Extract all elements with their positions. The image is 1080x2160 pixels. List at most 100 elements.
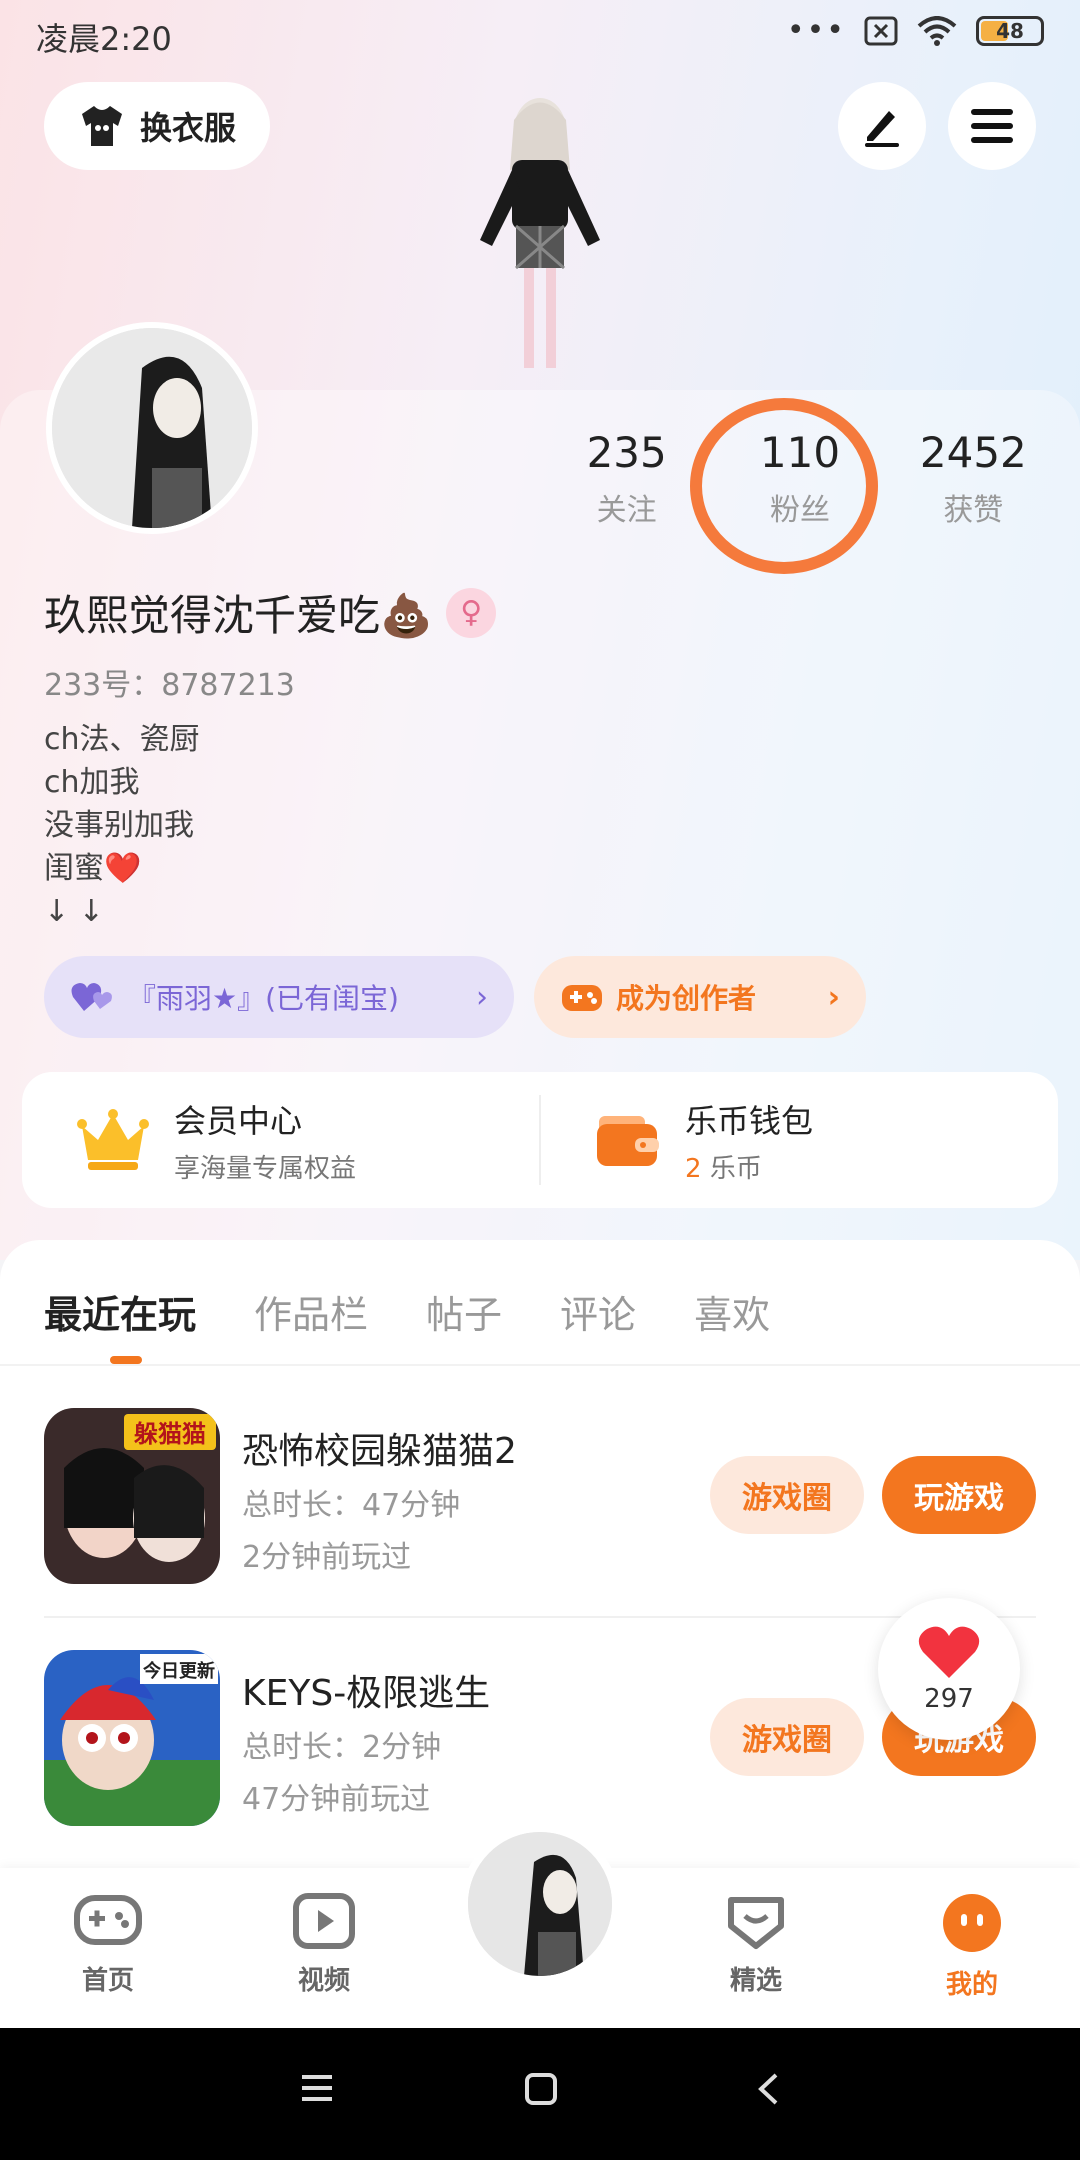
game-icon[interactable]: 躲猫猫 (44, 1408, 220, 1584)
followers-highlight-ring (690, 398, 878, 574)
avatar-image (52, 328, 252, 528)
bio-line: 没事别加我 (44, 808, 194, 843)
likes-count: 2452 (919, 428, 1027, 477)
nav-video[interactable]: 视频 (244, 1892, 404, 1997)
more-dots-icon: ••• (786, 13, 846, 48)
heart-icon (918, 1626, 980, 1678)
tab-works[interactable]: 作品栏 (254, 1284, 368, 1339)
nav-featured[interactable]: 精选 (676, 1892, 836, 1997)
menu-button[interactable] (948, 82, 1036, 170)
crown-icon (77, 1109, 149, 1170)
game-meta: 总时长：47分钟 2分钟前玩过 (242, 1480, 460, 1584)
likes-label: 获赞 (943, 493, 1004, 528)
game-meta: 总时长：2分钟 47分钟前玩过 (242, 1722, 441, 1826)
row-divider (44, 1616, 1036, 1618)
tshirt-icon (81, 106, 122, 146)
status-bar: 凌晨2:20 ••• 48 (0, 0, 1080, 70)
game-duration: 总时长：2分钟 (242, 1730, 442, 1765)
member-center-entry[interactable]: 会员中心 享海量专属权益 (22, 1072, 539, 1208)
game-circle-button[interactable]: 游戏圈 (710, 1456, 864, 1534)
nav-featured-label: 精选 (729, 1966, 782, 1996)
member-wallet-card: 会员中心 享海量专属权益 乐币钱包 2 乐币 (22, 1072, 1058, 1208)
bio-line: ↓ ↓ (44, 894, 104, 929)
game-circle-button[interactable]: 游戏圈 (710, 1698, 864, 1776)
user-id[interactable]: 233号：8787213 (44, 660, 295, 704)
following-stat[interactable]: 235 关注 (540, 428, 713, 529)
back-icon[interactable] (756, 2072, 780, 2106)
wallet-unit: 乐币 (709, 1153, 762, 1184)
double-heart-icon (71, 983, 112, 1011)
chevron-right-icon: › (827, 979, 840, 1015)
heart-chat-icon (728, 1897, 784, 1949)
game-icon-image: 躲猫猫 (44, 1408, 220, 1584)
status-icons: ••• 48 (787, 16, 1044, 46)
wallet-entry[interactable]: 乐币钱包 2 乐币 (541, 1072, 1058, 1208)
system-navigation-bar (0, 2028, 1080, 2160)
become-creator-button[interactable]: 成为创作者 › (534, 956, 866, 1038)
chevron-right-icon: › (476, 979, 488, 1015)
bestie-tag-label: 『雨羽★』(已有闺宝) (128, 982, 399, 1015)
nav-center-avatar[interactable] (460, 1824, 620, 1984)
floating-like-button[interactable]: 297 (878, 1598, 1020, 1740)
bottom-navigation: 首页 视频 精选 我的 (0, 1824, 1080, 2028)
sim-card-icon (864, 16, 898, 46)
nav-mine[interactable]: 我的 (892, 1892, 1052, 2001)
change-outfit-label: 换衣服 (139, 109, 236, 147)
game-icon-caption: 今日更新 (143, 1660, 215, 1682)
pen-icon (865, 111, 899, 147)
game-row[interactable]: 躲猫猫 恐怖校园躲猫猫2 总时长：47分钟 2分钟前玩过 游戏圈 玩游戏 (44, 1408, 1036, 1588)
bestie-tag[interactable]: 『雨羽★』(已有闺宝) › (44, 956, 514, 1038)
nav-avatar-image (468, 1832, 612, 1976)
game-title: KEYS-极限逃生 (242, 1673, 491, 1714)
hamburger-menu-icon (971, 109, 1013, 143)
battery-icon: 48 (976, 16, 1044, 46)
game-duration: 总时长：47分钟 (242, 1488, 461, 1523)
game-last-played: 47分钟前玩过 (242, 1782, 431, 1817)
nav-mine-label: 我的 (945, 1970, 998, 2000)
female-gender-icon: ♀ (446, 587, 497, 638)
active-tab-indicator (110, 1356, 142, 1364)
tab-comments[interactable]: 评论 (560, 1284, 636, 1339)
edit-profile-button[interactable] (838, 82, 926, 170)
wallet-icon (597, 1116, 659, 1166)
wifi-icon (917, 16, 957, 46)
recent-apps-icon[interactable] (300, 2072, 334, 2104)
wallet-title: 乐币钱包 (685, 1101, 814, 1140)
profile-avatar[interactable] (46, 322, 258, 534)
tab-posts[interactable]: 帖子 (426, 1284, 502, 1339)
wallet-balance: 2 乐币 (685, 1148, 813, 1185)
nickname: 玖熙觉得沈千爱吃💩 ♀ (44, 582, 497, 643)
following-count: 235 (586, 428, 667, 477)
video-play-icon (293, 1893, 355, 1949)
gamepad-icon (74, 1895, 142, 1945)
tab-recently-played[interactable]: 最近在玩 (44, 1284, 196, 1339)
avatar-character-figure (480, 98, 600, 368)
become-creator-label: 成为创作者 (616, 982, 757, 1015)
member-center-title: 会员中心 (174, 1101, 303, 1140)
gamepad-icon (562, 985, 602, 1011)
profile-tabs: 最近在玩 作品栏 帖子 评论 喜欢 (44, 1284, 770, 1339)
tab-likes[interactable]: 喜欢 (694, 1284, 770, 1339)
game-icon-caption: 躲猫猫 (134, 1420, 206, 1448)
bio-line: ch加我 (44, 765, 140, 800)
change-outfit-button[interactable]: 换衣服 (44, 82, 270, 170)
profile-face-icon (943, 1894, 1001, 1952)
member-center-subtitle: 享海量专属权益 (174, 1153, 357, 1184)
bio-line: ch法、瓷厨 (44, 722, 200, 757)
bio: ch法、瓷厨 ch加我 没事别加我 闺蜜❤️ ↓ ↓ (44, 718, 200, 933)
nav-video-label: 视频 (297, 1966, 350, 1996)
nickname-text: 玖熙觉得沈千爱吃💩 (44, 591, 433, 640)
bio-line: 闺蜜❤️ (44, 851, 142, 886)
nav-home[interactable]: 首页 (28, 1892, 188, 1997)
game-title: 恐怖校园躲猫猫2 (242, 1431, 517, 1472)
likes-stat[interactable]: 2452 获赞 (887, 428, 1060, 529)
home-button-icon[interactable] (524, 2072, 558, 2106)
wallet-amount: 2 (685, 1153, 702, 1184)
tabs-divider (0, 1364, 1080, 1366)
like-count: 297 (924, 1684, 974, 1714)
battery-level: 48 (996, 19, 1024, 43)
following-label: 关注 (596, 493, 657, 528)
game-icon[interactable]: 今日更新 (44, 1650, 220, 1826)
status-time: 凌晨2:20 (36, 20, 172, 58)
play-game-button[interactable]: 玩游戏 (882, 1456, 1036, 1534)
